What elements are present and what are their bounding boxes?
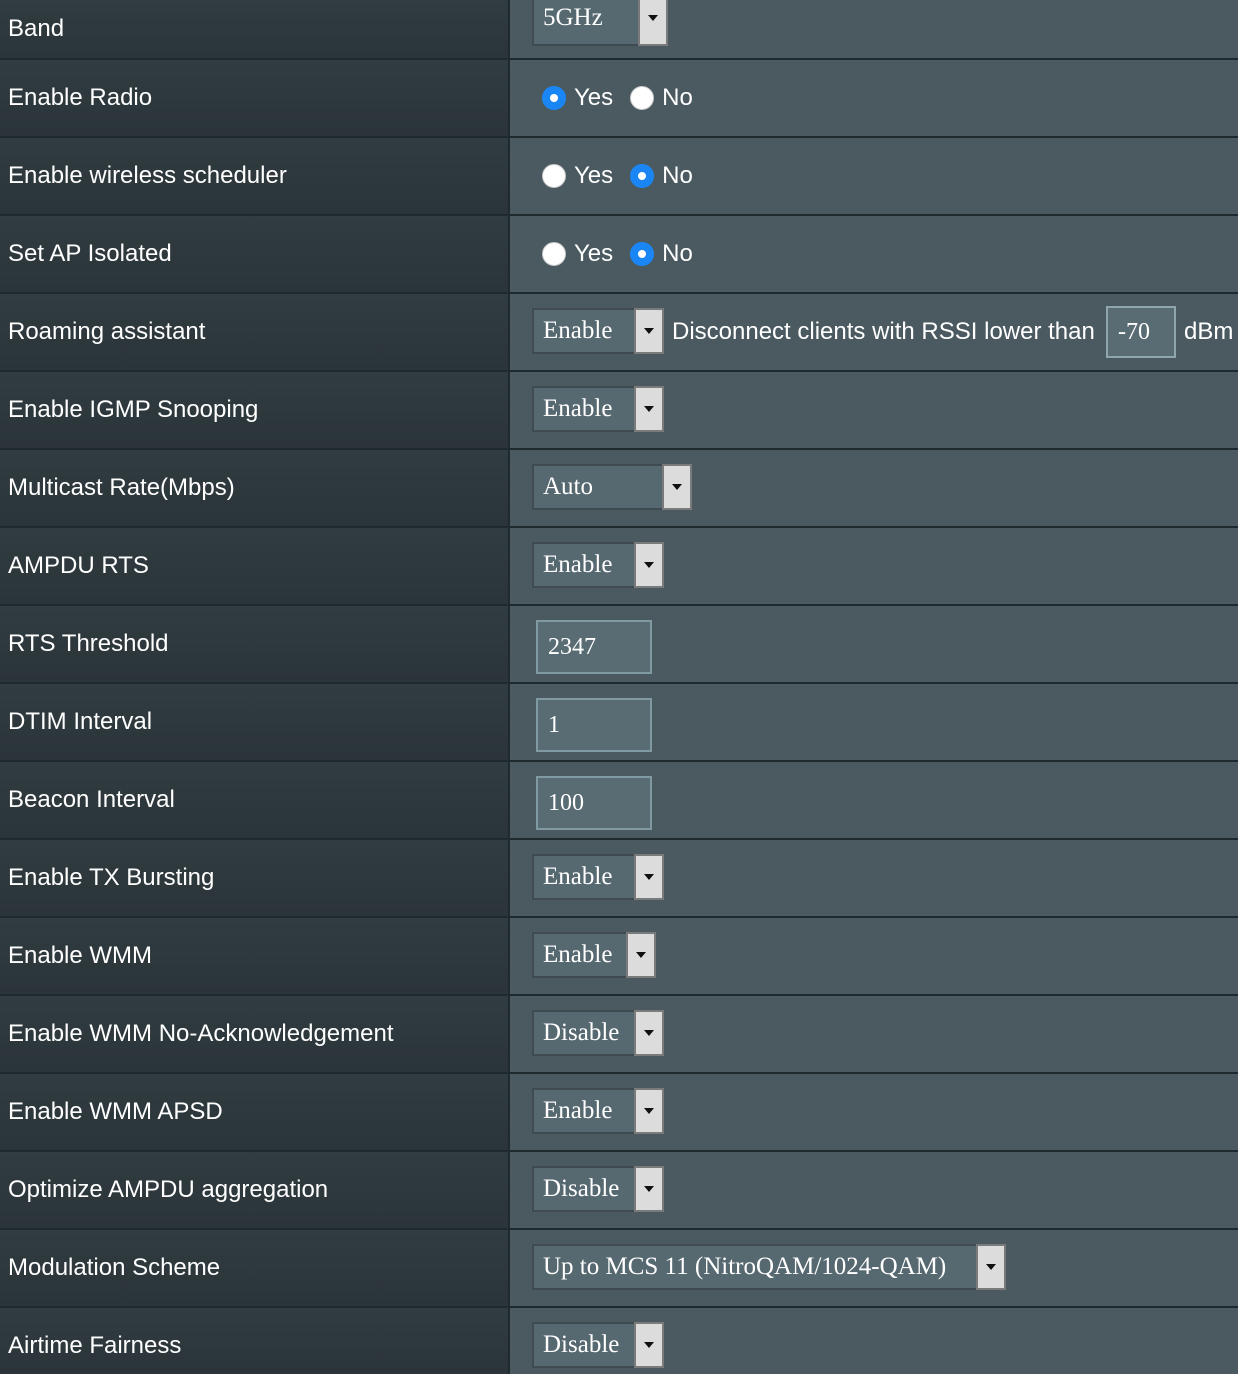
chevron-down-icon — [634, 542, 664, 588]
airtime-fairness-select[interactable]: Disable — [532, 1322, 664, 1368]
row-band: Band 5GHz — [0, 0, 1238, 60]
roaming-assistant-select[interactable]: Enable — [532, 308, 664, 354]
rts-threshold-input[interactable]: 2347 — [536, 620, 652, 674]
row-enable-radio: Enable Radio Yes No — [0, 60, 1238, 138]
modulation-scheme-select[interactable]: Up to MCS 11 (NitroQAM/1024-QAM) — [532, 1244, 1006, 1290]
chevron-down-icon — [638, 0, 668, 46]
modulation-scheme-label: Modulation Scheme — [0, 1230, 510, 1306]
chevron-down-icon — [634, 854, 664, 900]
ampdu-rts-select[interactable]: Enable — [532, 542, 664, 588]
rts-threshold-label: RTS Threshold — [0, 606, 510, 682]
radio-checked-icon[interactable] — [630, 164, 655, 188]
band-label: Band — [0, 0, 510, 58]
tx-bursting-select[interactable]: Enable — [532, 854, 664, 900]
chevron-down-icon — [634, 386, 664, 432]
wireless-scheduler-yes[interactable]: Yes — [542, 162, 613, 190]
ampdu-rts-label: AMPDU RTS — [0, 528, 510, 604]
row-multicast-rate: Multicast Rate(Mbps) Auto — [0, 450, 1238, 528]
radio-checked-icon[interactable] — [542, 86, 566, 110]
optimize-ampdu-label: Optimize AMPDU aggregation — [0, 1152, 510, 1228]
row-dtim-interval: DTIM Interval 1 — [0, 684, 1238, 762]
row-igmp-snooping: Enable IGMP Snooping Enable — [0, 372, 1238, 450]
chevron-down-icon — [634, 1166, 664, 1212]
ap-isolated-label: Set AP Isolated — [0, 216, 510, 292]
chevron-down-icon — [634, 1010, 664, 1056]
chevron-down-icon — [626, 932, 656, 978]
multicast-rate-select[interactable]: Auto — [532, 464, 692, 510]
row-tx-bursting: Enable TX Bursting Enable — [0, 840, 1238, 918]
row-wmm-no-ack: Enable WMM No-Acknowledgement Disable — [0, 996, 1238, 1074]
row-modulation-scheme: Modulation Scheme Up to MCS 11 (NitroQAM… — [0, 1230, 1238, 1308]
row-wireless-scheduler: Enable wireless scheduler Yes No — [0, 138, 1238, 216]
chevron-down-icon — [634, 308, 664, 354]
band-select[interactable]: 5GHz — [532, 0, 668, 46]
dtim-interval-label: DTIM Interval — [0, 684, 510, 760]
wireless-scheduler-label: Enable wireless scheduler — [0, 138, 510, 214]
radio-unchecked-icon[interactable] — [542, 242, 566, 266]
airtime-fairness-label: Airtime Fairness — [0, 1308, 510, 1374]
row-wmm-apsd: Enable WMM APSD Enable — [0, 1074, 1238, 1152]
row-ap-isolated: Set AP Isolated Yes No — [0, 216, 1238, 294]
beacon-interval-label: Beacon Interval — [0, 762, 510, 838]
rssi-unit: dBm — [1184, 318, 1234, 345]
row-ampdu-rts: AMPDU RTS Enable — [0, 528, 1238, 606]
roaming-assistant-label: Roaming assistant — [0, 294, 510, 370]
igmp-snooping-select[interactable]: Enable — [532, 386, 664, 432]
rssi-threshold-input[interactable]: -70 — [1106, 306, 1176, 358]
row-roaming-assistant: Roaming assistant Enable Disconnect clie… — [0, 294, 1238, 372]
rssi-description: Disconnect clients with RSSI lower than — [672, 318, 1095, 345]
radio-unchecked-icon[interactable] — [542, 164, 566, 188]
optimize-ampdu-select[interactable]: Disable — [532, 1166, 664, 1212]
wmm-select[interactable]: Enable — [532, 932, 656, 978]
wmm-label: Enable WMM — [0, 918, 510, 994]
wireless-scheduler-no[interactable]: No — [630, 162, 693, 190]
igmp-snooping-label: Enable IGMP Snooping — [0, 372, 510, 448]
ap-isolated-no[interactable]: No — [630, 240, 693, 268]
radio-unchecked-icon[interactable] — [630, 86, 655, 110]
row-rts-threshold: RTS Threshold 2347 — [0, 606, 1238, 684]
ap-isolated-yes[interactable]: Yes — [542, 240, 613, 268]
wmm-no-ack-select[interactable]: Disable — [532, 1010, 664, 1056]
chevron-down-icon — [662, 464, 692, 510]
row-airtime-fairness: Airtime Fairness Disable — [0, 1308, 1238, 1374]
row-wmm: Enable WMM Enable — [0, 918, 1238, 996]
dtim-interval-input[interactable]: 1 — [536, 698, 652, 752]
wmm-apsd-label: Enable WMM APSD — [0, 1074, 510, 1150]
enable-radio-no[interactable]: No — [630, 84, 693, 112]
wmm-apsd-select[interactable]: Enable — [532, 1088, 664, 1134]
beacon-interval-input[interactable]: 100 — [536, 776, 652, 830]
tx-bursting-label: Enable TX Bursting — [0, 840, 510, 916]
chevron-down-icon — [976, 1244, 1006, 1290]
row-beacon-interval: Beacon Interval 100 — [0, 762, 1238, 840]
chevron-down-icon — [634, 1322, 664, 1368]
wmm-no-ack-label: Enable WMM No-Acknowledgement — [0, 996, 510, 1072]
enable-radio-label: Enable Radio — [0, 60, 510, 136]
row-optimize-ampdu: Optimize AMPDU aggregation Disable — [0, 1152, 1238, 1230]
enable-radio-yes[interactable]: Yes — [542, 84, 613, 112]
multicast-rate-label: Multicast Rate(Mbps) — [0, 450, 510, 526]
radio-checked-icon[interactable] — [630, 242, 655, 266]
chevron-down-icon — [634, 1088, 664, 1134]
